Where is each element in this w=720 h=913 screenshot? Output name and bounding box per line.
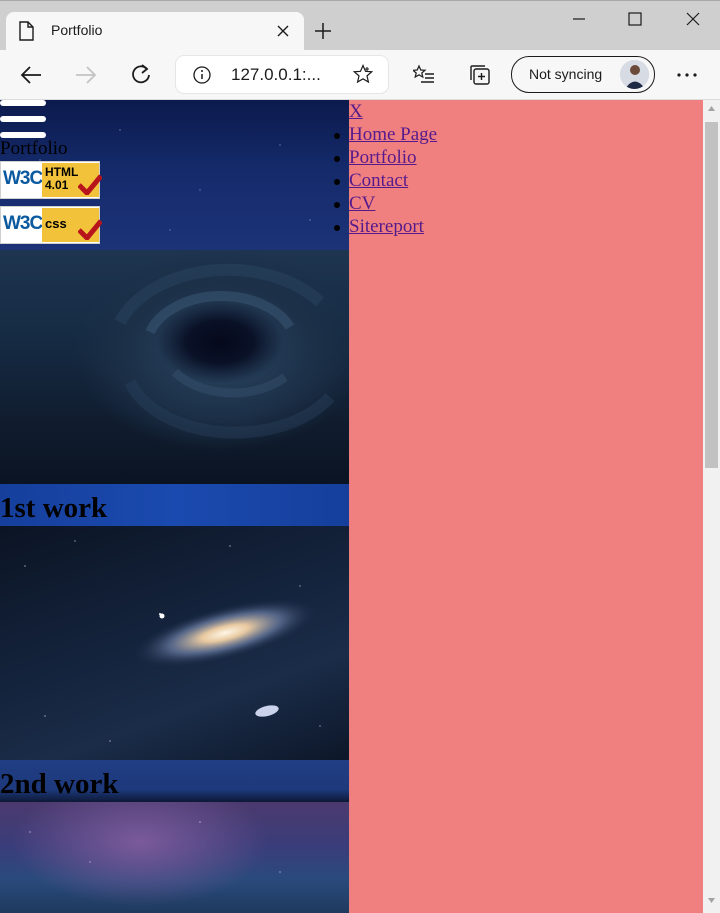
menu-link-home[interactable]: Home Page	[349, 124, 437, 145]
scroll-up-arrow-icon[interactable]	[708, 106, 715, 111]
site-brand: Portfolio	[0, 138, 68, 159]
close-icon[interactable]	[686, 12, 700, 26]
menu-link-sitereport[interactable]: Sitereport	[349, 216, 424, 237]
browser-tab[interactable]: Portfolio	[6, 12, 304, 51]
more-icon[interactable]	[677, 73, 697, 77]
side-menu: X Home Page Portfolio Contact CV Siterep…	[333, 100, 703, 913]
work-image-3	[0, 802, 349, 913]
forward-arrow-icon[interactable]	[75, 64, 97, 86]
star-icon[interactable]	[353, 64, 373, 84]
page-viewport: Portfolio W3C HTML 4.01 W3C css 1st work…	[0, 100, 703, 913]
menu-item-cv: CV	[333, 192, 437, 215]
menu-item-contact: Contact	[333, 169, 437, 192]
html-version: HTML 4.01	[45, 165, 79, 192]
checkmark-icon	[78, 174, 102, 195]
navigation-toolbar: 127.0.0.1:... Not syncing	[0, 50, 720, 100]
w3c-logo: W3C	[3, 213, 43, 234]
favorites-list-icon[interactable]	[413, 64, 435, 86]
back-arrow-icon[interactable]	[20, 64, 42, 86]
refresh-icon[interactable]	[130, 64, 152, 86]
menu-item-home: Home Page	[333, 123, 437, 146]
menu-list: Home Page Portfolio Contact CV Siterepor…	[333, 123, 437, 238]
collections-icon[interactable]	[469, 64, 491, 86]
menu-link-cv[interactable]: CV	[349, 193, 375, 214]
menu-item-sitereport: Sitereport	[333, 215, 437, 238]
sync-label: Not syncing	[529, 66, 603, 82]
menu-link-portfolio[interactable]: Portfolio	[349, 147, 417, 168]
tab-title: Portfolio	[51, 22, 103, 38]
w3c-html-badge[interactable]: W3C HTML 4.01	[0, 161, 102, 199]
vertical-scrollbar[interactable]	[703, 100, 720, 913]
menu-item-portfolio: Portfolio	[333, 146, 437, 169]
checkmark-icon	[78, 219, 102, 240]
scroll-down-arrow-icon[interactable]	[708, 898, 715, 903]
site-header: Portfolio W3C HTML 4.01 W3C css	[0, 100, 349, 250]
css-label: css	[45, 216, 67, 231]
tab-strip: Portfolio	[0, 0, 720, 51]
main-column: Portfolio W3C HTML 4.01 W3C css 1st work…	[0, 100, 349, 913]
page-icon	[19, 21, 34, 41]
work-title-2: 2nd work	[0, 760, 349, 802]
address-bar[interactable]: 127.0.0.1:...	[176, 56, 388, 93]
work-image-2	[0, 526, 349, 760]
hamburger-menu-icon[interactable]	[0, 100, 46, 138]
close-icon[interactable]	[276, 24, 290, 38]
plus-icon[interactable]	[314, 22, 332, 40]
work-image-1	[0, 250, 349, 484]
menu-link-contact[interactable]: Contact	[349, 170, 408, 191]
w3c-logo: W3C	[3, 168, 43, 189]
work-title-1: 1st work	[0, 484, 349, 526]
info-icon[interactable]	[193, 66, 211, 84]
profile-sync-button[interactable]: Not syncing	[511, 56, 655, 93]
maximize-icon[interactable]	[628, 12, 642, 26]
scrollbar-thumb[interactable]	[705, 122, 718, 468]
avatar	[620, 60, 649, 89]
url-text: 127.0.0.1:...	[231, 65, 321, 84]
w3c-css-badge[interactable]: W3C css	[0, 206, 102, 244]
menu-close-link[interactable]: X	[349, 100, 363, 123]
minimize-icon[interactable]	[572, 12, 586, 26]
